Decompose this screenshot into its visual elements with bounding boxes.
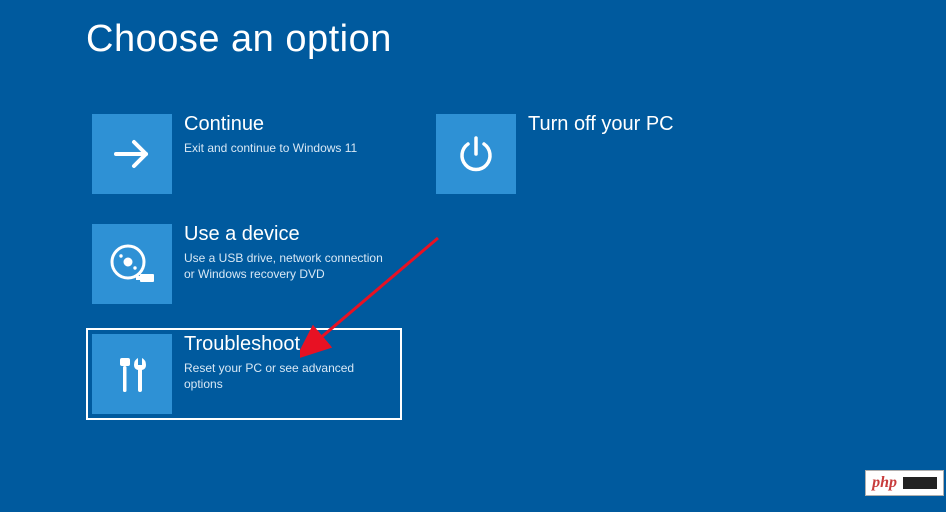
options-row-1: Continue Exit and continue to Windows 11… — [86, 108, 866, 200]
continue-title: Continue — [184, 112, 357, 136]
watermark-bar — [903, 477, 937, 489]
turnoff-text: Turn off your PC — [516, 114, 674, 194]
device-text: Use a device Use a USB drive, network co… — [172, 224, 394, 304]
continue-text: Continue Exit and continue to Windows 11 — [172, 114, 357, 194]
device-desc: Use a USB drive, network connection or W… — [184, 250, 394, 282]
troubleshoot-text: Troubleshoot Reset your PC or see advanc… — [172, 334, 394, 414]
troubleshoot-title: Troubleshoot — [184, 332, 394, 356]
options-container: Continue Exit and continue to Windows 11… — [86, 108, 866, 438]
device-title: Use a device — [184, 222, 394, 246]
page-title: Choose an option — [86, 18, 392, 61]
troubleshoot-tile[interactable]: Troubleshoot Reset your PC or see advanc… — [86, 328, 402, 420]
options-row-2: Use a device Use a USB drive, network co… — [86, 218, 866, 310]
troubleshoot-desc: Reset your PC or see advanced options — [184, 360, 394, 392]
power-icon — [436, 114, 516, 194]
turnoff-title: Turn off your PC — [528, 112, 674, 136]
arrow-right-icon — [92, 114, 172, 194]
options-row-3: Troubleshoot Reset your PC or see advanc… — [86, 328, 866, 420]
watermark: php — [865, 470, 944, 496]
turnoff-tile[interactable]: Turn off your PC — [430, 108, 746, 200]
disc-usb-icon — [92, 224, 172, 304]
tools-icon — [92, 334, 172, 414]
continue-tile[interactable]: Continue Exit and continue to Windows 11 — [86, 108, 402, 200]
continue-desc: Exit and continue to Windows 11 — [184, 140, 357, 156]
watermark-text: php — [872, 474, 897, 492]
device-tile[interactable]: Use a device Use a USB drive, network co… — [86, 218, 402, 310]
